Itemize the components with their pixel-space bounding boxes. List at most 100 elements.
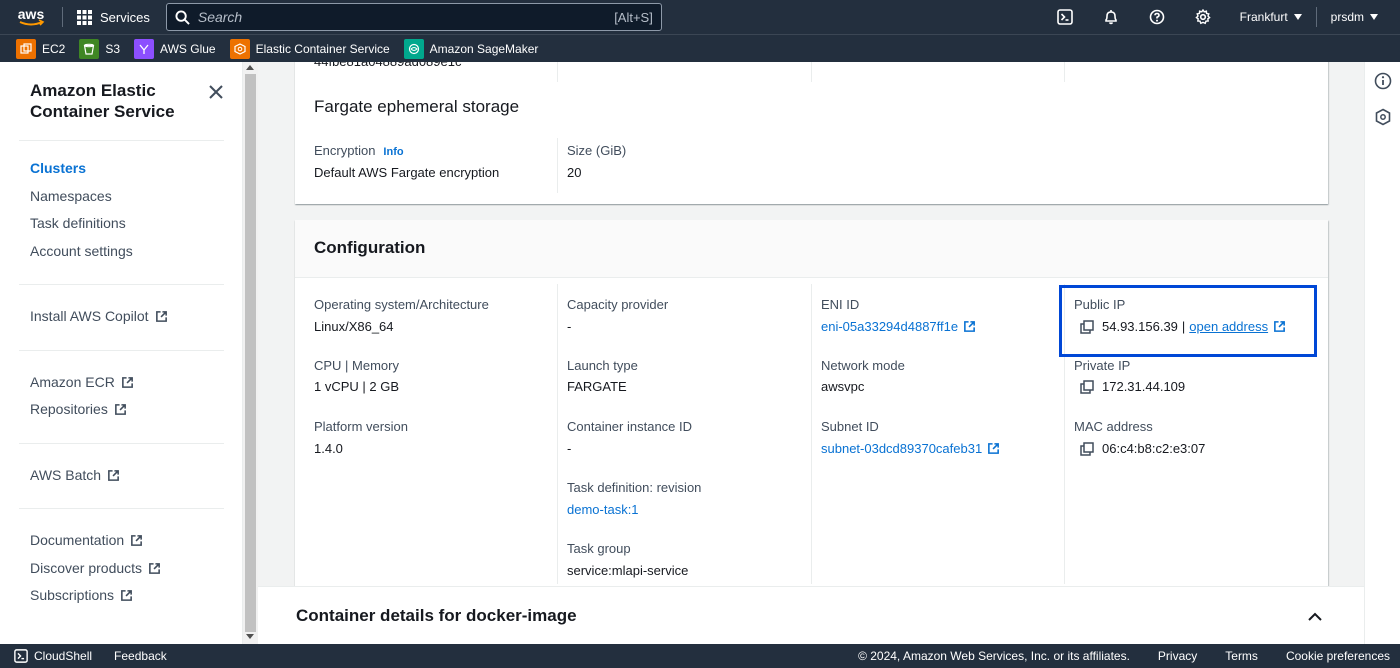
size-label: Size (GiB) <box>567 143 627 158</box>
sidebar-scrollbar[interactable] <box>243 62 258 644</box>
private-ip-value: 172.31.44.109 <box>1102 379 1186 394</box>
favorite-ecs[interactable]: Elastic Container Service <box>229 38 390 59</box>
configuration-header: Configuration <box>295 220 1328 278</box>
scroll-down-arrow-icon[interactable] <box>246 634 254 639</box>
account-menu[interactable]: prsdm <box>1317 0 1400 34</box>
side-navigation: Amazon Elastic Container Service Cluster… <box>0 62 243 644</box>
sidebar-title: Amazon Elastic Container Service <box>30 81 175 121</box>
region-selector[interactable]: Frankfurt <box>1226 0 1316 34</box>
privacy-link[interactable]: Privacy <box>1158 649 1197 663</box>
favorite-label: AWS Glue <box>160 41 216 56</box>
external-link-icon <box>131 534 143 546</box>
favorite-label: S3 <box>105 41 121 56</box>
container-instance-label: Container instance ID <box>567 419 693 434</box>
aws-logo[interactable]: aws <box>0 0 62 34</box>
os-label: Operating system/Architecture <box>314 297 489 312</box>
container-details-title: Container details for docker-image <box>296 606 577 625</box>
chevron-up-icon[interactable] <box>1307 609 1323 625</box>
subnet-id-value: subnet-03dcd89370cafeb31 <box>821 441 983 456</box>
services-menu-button[interactable]: Services <box>63 0 164 34</box>
network-mode-label: Network mode <box>821 358 905 373</box>
favorite-label: EC2 <box>42 41 66 56</box>
nav-right: Frankfurt prsdm <box>1042 0 1400 34</box>
bell-icon <box>1104 10 1117 25</box>
sidebar-item-label: Account settings <box>30 243 133 259</box>
storage-title: Fargate ephemeral storage <box>314 97 520 116</box>
info-icon[interactable] <box>1374 72 1392 90</box>
sidebar-item-account-settings[interactable]: Account settings <box>30 243 133 259</box>
column-divider <box>557 138 558 193</box>
copy-icon[interactable] <box>1080 379 1094 394</box>
external-link-icon <box>121 376 133 388</box>
favorite-label: Amazon SageMaker <box>429 41 539 56</box>
task-group-label: Task group <box>567 541 631 556</box>
sidebar-divider <box>19 140 224 141</box>
cpu-memory-value: 1 vCPU | 2 GB <box>314 379 400 394</box>
eni-id-link[interactable]: eni-05a33294d4887ff1e <box>821 319 976 334</box>
info-link[interactable]: Info <box>383 146 403 158</box>
sidebar-item-label: Clusters <box>30 160 87 176</box>
truncated-id: 44fbe81a04889ad089e1c <box>314 62 461 69</box>
sidebar-item-aws-batch[interactable]: AWS Batch <box>30 467 120 483</box>
main-content: 44fbe81a04889ad089e1c Fargate ephemeral … <box>258 62 1364 644</box>
container-details-panel[interactable]: Container details for docker-image <box>258 586 1364 644</box>
cloudshell-button[interactable] <box>1042 0 1088 34</box>
sidebar-item-install-copilot[interactable]: Install AWS Copilot <box>30 308 168 324</box>
scrollbar-thumb[interactable] <box>245 74 256 632</box>
external-link-icon <box>149 562 160 574</box>
glue-icon <box>134 38 155 59</box>
sidebar-item-amazon-ecr[interactable]: Amazon ECR <box>30 374 134 390</box>
platform-version-value: 1.4.0 <box>314 441 343 456</box>
favorite-ec2[interactable]: EC2 <box>16 38 66 59</box>
encryption-label: Encryption Info <box>314 143 404 158</box>
sidebar-item-clusters[interactable]: Clusters <box>30 160 86 176</box>
right-tools-rail <box>1364 62 1400 644</box>
sidebar-item-subscriptions[interactable]: Subscriptions <box>30 587 133 603</box>
public-ip-highlight-box <box>1059 285 1317 357</box>
close-icon[interactable] <box>206 82 226 102</box>
external-link-icon <box>155 310 167 322</box>
help-button[interactable] <box>1134 0 1180 34</box>
network-mode-value: awsvpc <box>821 379 865 394</box>
scroll-up-arrow-icon[interactable] <box>246 65 254 70</box>
sidebar-divider <box>19 284 224 285</box>
account-label: prsdm <box>1330 10 1364 24</box>
svg-text:aws: aws <box>18 6 45 22</box>
size-value: 20 <box>567 165 582 180</box>
search-input[interactable]: Search [Alt+S] <box>165 3 662 31</box>
sidebar-item-namespaces[interactable]: Namespaces <box>30 188 112 204</box>
settings-button[interactable] <box>1180 0 1226 34</box>
eni-id-value: eni-05a33294d4887ff1e <box>821 319 959 334</box>
favorite-s3[interactable]: S3 <box>79 38 121 59</box>
terms-link[interactable]: Terms <box>1225 649 1258 663</box>
grid-icon <box>77 9 92 25</box>
sidebar-item-repositories[interactable]: Repositories <box>30 401 127 417</box>
cloudshell-footer-button[interactable]: CloudShell <box>14 649 92 663</box>
sidebar-item-label: AWS Batch <box>30 467 102 483</box>
encryption-label-text: Encryption <box>314 143 376 158</box>
settings-hexagon-icon[interactable] <box>1374 108 1392 126</box>
task-definition-link[interactable]: demo-task:1 <box>567 502 639 517</box>
sidebar-item-documentation[interactable]: Documentation <box>30 532 143 548</box>
cpu-memory-label: CPU | Memory <box>314 358 399 373</box>
copy-icon[interactable] <box>1080 441 1094 456</box>
footer: CloudShell Feedback © 2024, Amazon Web S… <box>0 644 1400 668</box>
mac-address-row: 06:c4:b8:c2:e3:07 <box>1080 441 1205 456</box>
search-icon <box>175 9 190 25</box>
favorite-glue[interactable]: AWS Glue <box>134 38 216 59</box>
favorites-bar: EC2 S3 AWS Glue Elastic Container Servic… <box>0 34 1400 62</box>
favorite-sagemaker[interactable]: Amazon SageMaker <box>403 38 539 59</box>
external-link-icon <box>114 403 126 415</box>
terminal-icon <box>14 649 28 663</box>
cloudshell-label: CloudShell <box>34 649 93 663</box>
subnet-id-link[interactable]: subnet-03dcd89370cafeb31 <box>821 441 1000 456</box>
cookie-preferences-link[interactable]: Cookie preferences <box>1286 649 1390 663</box>
column-divider <box>811 62 812 82</box>
feedback-link[interactable]: Feedback <box>114 649 167 663</box>
sidebar-item-task-definitions[interactable]: Task definitions <box>30 215 126 231</box>
mac-address-label: MAC address <box>1074 419 1153 434</box>
subnet-id-label: Subnet ID <box>821 419 879 434</box>
sidebar-item-discover-products[interactable]: Discover products <box>30 560 161 576</box>
encryption-value: Default AWS Fargate encryption <box>314 165 500 180</box>
notifications-button[interactable] <box>1088 0 1134 34</box>
